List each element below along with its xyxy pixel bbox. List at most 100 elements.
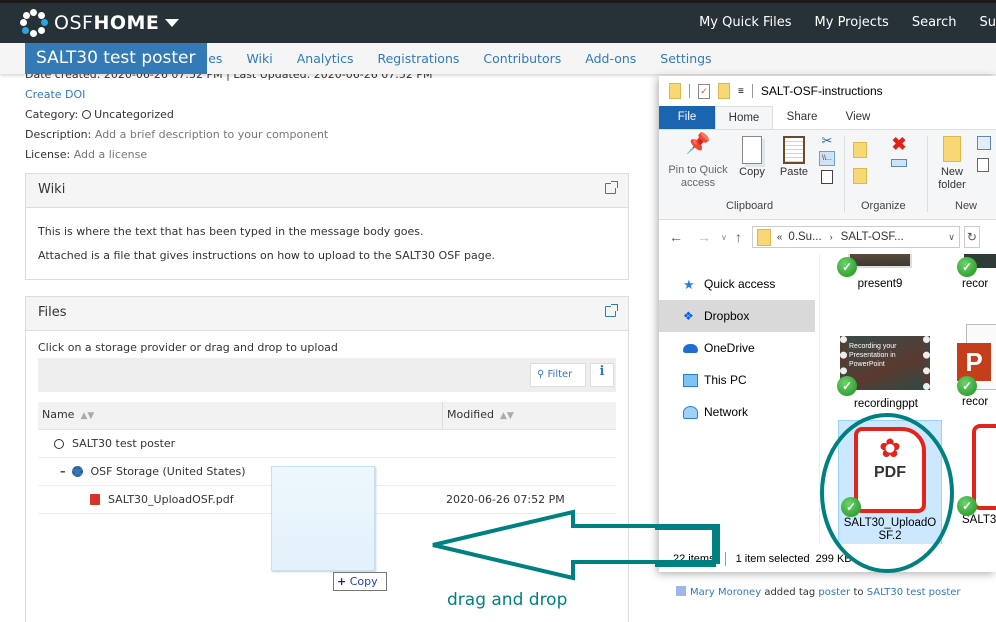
drag-and-drop-annotation: drag and drop <box>447 590 568 610</box>
new-item-icon[interactable] <box>977 136 991 150</box>
sync-check-icon: ✓ <box>837 257 857 277</box>
ribbon-tab-file[interactable]: File <box>659 106 715 129</box>
top-navbar: OSFHOME My Quick Files My Projects Searc… <box>0 0 996 43</box>
info-button[interactable]: i <box>590 363 614 387</box>
file-tile[interactable]: Recording your Presentation in PowerPoin… <box>837 336 934 410</box>
item-count: 22 items <box>673 553 715 565</box>
cut-icon[interactable]: ✂ <box>819 134 835 147</box>
image-thumbnail-icon <box>848 254 912 268</box>
nav-my-projects[interactable]: My Projects <box>815 15 889 30</box>
file-row-project[interactable]: SALT30 test poster <box>38 430 616 458</box>
osf-home-brand[interactable]: OSFHOME <box>20 9 180 37</box>
tab-files[interactable]: Files <box>195 51 222 66</box>
copy-to-icon[interactable] <box>853 168 867 184</box>
description-label: Description: <box>25 128 92 141</box>
license-value[interactable]: Add a license <box>74 148 147 161</box>
file-name: OSF Storage (United States) <box>90 465 246 478</box>
caret-down-icon[interactable] <box>165 19 180 27</box>
folder-icon <box>756 228 771 246</box>
copy-button[interactable]: Copy <box>735 136 769 179</box>
external-link-icon[interactable] <box>605 181 618 194</box>
address-bar[interactable]: « 0.Su... › SALT-OSF... ∨ <box>751 226 960 248</box>
ribbon-tab-share[interactable]: Share <box>773 106 831 129</box>
address-dropdown-icon[interactable]: ∨ <box>948 232 955 243</box>
acrobat-icon: ✿ <box>879 433 901 463</box>
column-name[interactable]: Name ▲▼ <box>38 402 443 429</box>
create-doi-link[interactable]: Create DOI <box>25 88 85 101</box>
tab-settings[interactable]: Settings <box>660 51 711 66</box>
file-tile[interactable]: ✓ recor <box>957 254 996 290</box>
external-link-icon[interactable] <box>605 304 618 317</box>
pin-quick-access-button[interactable]: 📌 Pin to Quick access <box>665 134 731 190</box>
file-modified: 2020-06-26 07:52 PM <box>446 493 565 506</box>
paste-shortcut-icon[interactable] <box>821 170 833 184</box>
file-tile[interactable]: ✓ present9 <box>837 254 922 290</box>
project-title[interactable]: SALT30 test poster <box>25 43 207 74</box>
properties-icon[interactable]: ✓ <box>698 83 710 99</box>
files-grid-header: Name ▲▼ Modified ▲▼ <box>38 402 616 430</box>
customize-toolbar-icon[interactable]: ≡ <box>738 86 744 97</box>
refresh-icon[interactable]: ↻ <box>963 226 980 248</box>
copy-path-icon[interactable]: \\... <box>819 151 835 166</box>
file-tile[interactable]: ✓ SALT30 <box>957 424 996 526</box>
filter-button[interactable]: ⚲ Filter <box>530 363 586 387</box>
sync-check-icon: ✓ <box>841 497 861 517</box>
nav-dropbox[interactable]: ❖ Dropbox <box>659 300 815 332</box>
breadcrumb-item[interactable]: 0.Su... <box>788 231 821 243</box>
brand-suffix: HOME <box>93 12 160 34</box>
new-folder-quick-icon[interactable] <box>718 83 730 99</box>
easy-access-icon[interactable] <box>977 158 989 172</box>
upload-instructions: Click on a storage provider or drag and … <box>38 341 338 354</box>
file-tile-selected[interactable]: ✿ PDF ✓ SALT30_UploadOSF.2 <box>838 420 942 544</box>
rename-icon[interactable] <box>891 159 907 167</box>
tab-add-ons[interactable]: Add-ons <box>585 51 636 66</box>
new-folder-button[interactable]: New folder <box>933 136 971 192</box>
nav-my-quick-files[interactable]: My Quick Files <box>699 15 791 30</box>
nav-quick-access[interactable]: ★ Quick access <box>659 268 819 300</box>
sort-icon[interactable]: ▲▼ <box>500 411 514 421</box>
ribbon-tab-view[interactable]: View <box>831 106 885 129</box>
nav-onedrive[interactable]: OneDrive <box>659 332 819 364</box>
drag-ghost-preview <box>271 466 375 571</box>
files-panel: Files Click on a storage provider or dra… <box>25 296 629 622</box>
forward-arrow-icon[interactable]: → <box>697 229 711 245</box>
nav-this-pc[interactable]: This PC <box>659 364 819 396</box>
nav-support[interactable]: Su <box>980 15 996 30</box>
tab-registrations[interactable]: Registrations <box>377 51 459 66</box>
tab-wiki[interactable]: Wiki <box>246 51 272 66</box>
nav-search[interactable]: Search <box>912 15 957 30</box>
wiki-title: Wiki <box>38 182 66 197</box>
delete-icon[interactable]: ✖ <box>891 135 907 153</box>
back-arrow-icon[interactable]: ← <box>669 229 683 245</box>
tab-analytics[interactable]: Analytics <box>297 51 354 66</box>
breadcrumb-item[interactable]: SALT-OSF... <box>841 231 904 243</box>
wiki-line: This is where the text that has been typ… <box>38 225 424 238</box>
ribbon-home: 📌 Pin to Quick access Copy Paste ✂ \\...… <box>659 130 996 220</box>
file-tile[interactable]: P ✓ recor <box>957 324 996 408</box>
activity-target-link[interactable]: SALT30 test poster <box>867 587 961 598</box>
address-bar-row: ← → ∨ ↑ « 0.Su... › SALT-OSF... ∨ ↻ <box>659 220 996 254</box>
clipboard-group-label: Clipboard <box>726 200 774 212</box>
sort-icon[interactable]: ▲▼ <box>80 411 94 421</box>
category-value[interactable]: Uncategorized <box>94 108 174 121</box>
description-value[interactable]: Add a brief description to your componen… <box>95 128 328 141</box>
activity-user-link[interactable]: Mary Moroney <box>690 587 761 598</box>
files-toolbar: ⚲ Filter i <box>38 358 616 392</box>
uncategorized-icon <box>81 110 91 119</box>
nav-network[interactable]: Network <box>659 396 819 428</box>
activity-tag-link[interactable]: poster <box>818 587 850 598</box>
up-arrow-icon[interactable]: ↑ <box>735 229 742 245</box>
collapse-icon[interactable]: – <box>60 465 66 478</box>
folder-icon <box>669 83 681 99</box>
ribbon-tabs: File Home Share View <box>659 106 996 130</box>
breadcrumb-overflow[interactable]: « <box>777 232 783 243</box>
tab-contributors[interactable]: Contributors <box>483 51 561 66</box>
ribbon-tab-home[interactable]: Home <box>715 106 773 129</box>
move-to-icon[interactable] <box>853 142 867 158</box>
recent-locations-icon[interactable]: ∨ <box>721 233 727 242</box>
paste-button[interactable]: Paste <box>777 136 811 179</box>
new-group-label: New <box>955 200 978 212</box>
column-modified[interactable]: Modified ▲▼ <box>443 402 518 429</box>
explorer-status-bar: 22 items 1 item selected 299 KB <box>659 546 996 572</box>
file-name: SALT30 test poster <box>72 437 176 450</box>
